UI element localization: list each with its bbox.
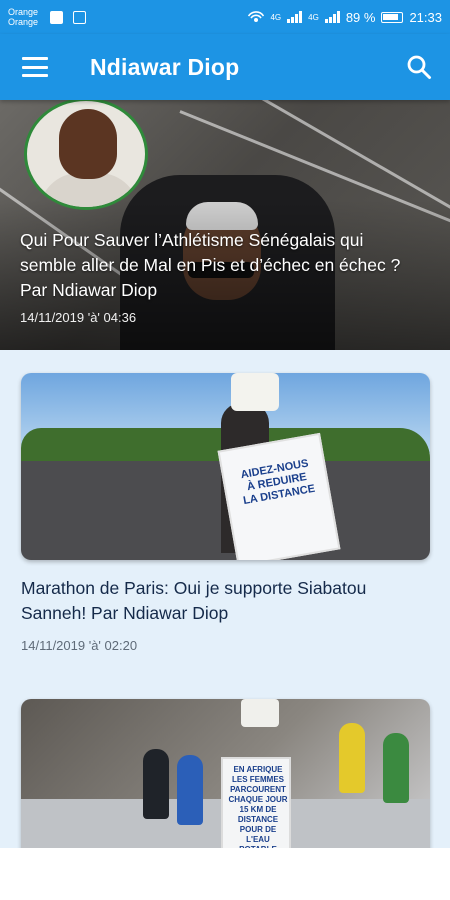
featured-article[interactable]: Qui Pour Sauver l’Athlétisme Sénégalais …	[0, 100, 450, 350]
hotspot-icon	[248, 11, 265, 22]
author-avatar	[24, 100, 148, 210]
menu-icon[interactable]	[22, 57, 48, 77]
search-icon[interactable]	[406, 54, 432, 80]
featured-date: 14/11/2019 'à' 04:36	[20, 310, 137, 325]
battery-percent: 89 %	[345, 9, 376, 25]
status-right: 4G 4G 89 % 21:33	[248, 10, 442, 25]
article-card[interactable]: EN AFRIQUE LES FEMMES PARCOURENT CHAQUE …	[21, 699, 430, 848]
battery-icon	[381, 11, 404, 23]
notification-icons	[50, 10, 86, 24]
signal-type-2: 4G	[308, 12, 319, 22]
clock: 21:33	[409, 9, 442, 25]
signal-bars-icon	[287, 11, 303, 23]
featured-title: Qui Pour Sauver l’Athlétisme Sénégalais …	[20, 230, 401, 300]
status-bar: Orange Orange 4G 4G 89 % 21:33	[0, 0, 450, 34]
protest-sign: AIDEZ-NOUS À REDUIRE LA DISTANCE	[217, 432, 341, 560]
signal-type-1: 4G	[270, 12, 282, 22]
article-card[interactable]: AIDEZ-NOUS À REDUIRE LA DISTANCE Maratho…	[21, 373, 430, 653]
article-date: 14/11/2019 'à' 02:20	[21, 638, 138, 653]
article-image: EN AFRIQUE LES FEMMES PARCOURENT CHAQUE …	[21, 699, 430, 848]
article-image: AIDEZ-NOUS À REDUIRE LA DISTANCE	[21, 373, 430, 560]
app-title: Ndiawar Diop	[90, 53, 240, 80]
carrier-2: Orange	[8, 17, 39, 27]
article-feed[interactable]: AIDEZ-NOUS À REDUIRE LA DISTANCE Maratho…	[0, 350, 450, 848]
carrier-names: Orange Orange	[8, 7, 44, 27]
app-bar: Ndiawar Diop	[0, 34, 450, 100]
carrier-1: Orange	[8, 7, 39, 17]
protest-sign-text: EN AFRIQUE LES FEMMES PARCOURENT CHAQUE …	[228, 765, 288, 848]
signal-bars-2-icon	[324, 11, 340, 23]
protest-sign: EN AFRIQUE LES FEMMES PARCOURENT CHAQUE …	[221, 757, 291, 848]
screenshot-icon	[73, 10, 86, 24]
gallery-icon	[50, 10, 63, 24]
protest-sign-text: AIDEZ-NOUS À REDUIRE LA DISTANCE	[239, 457, 316, 508]
article-title: Marathon de Paris: Oui je supporte Siaba…	[21, 578, 367, 623]
